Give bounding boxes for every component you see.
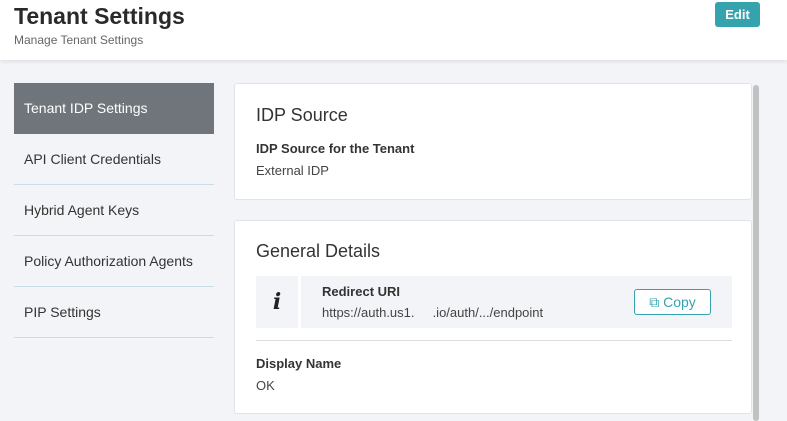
nav-item-hybrid-agent-keys[interactable]: Hybrid Agent Keys (14, 185, 214, 236)
idp-source-heading: IDP Source (256, 105, 348, 125)
copy-icon: ⧉ (649, 293, 660, 310)
settings-nav: Tenant IDP Settings API Client Credentia… (14, 83, 214, 338)
page-header: Tenant Settings Manage Tenant Settings E… (0, 0, 787, 60)
redirect-uri-value: https://auth.us1. .io/auth/.../endpoint (322, 305, 544, 320)
nav-item-api-client-credentials[interactable]: API Client Credentials (14, 134, 214, 185)
idp-source-value: External IDP (256, 163, 329, 178)
page-subtitle: Manage Tenant Settings (14, 33, 144, 47)
scrollbar[interactable] (753, 85, 759, 421)
divider (256, 340, 732, 341)
info-icon: i (256, 276, 301, 328)
idp-source-label: IDP Source for the Tenant (256, 141, 415, 156)
nav-item-policy-authorization-agents[interactable]: Policy Authorization Agents (14, 236, 214, 287)
redirect-uri-box: i Redirect URI https://auth.us1. .io/aut… (256, 276, 732, 328)
display-name-value: OK (256, 378, 275, 393)
general-details-card: General Details i Redirect URI https://a… (234, 220, 752, 414)
page-title: Tenant Settings (14, 3, 185, 29)
nav-item-tenant-idp-settings[interactable]: Tenant IDP Settings (14, 83, 214, 134)
copy-button[interactable]: ⧉ Copy (634, 289, 711, 315)
redirect-uri-label: Redirect URI (322, 284, 401, 299)
idp-source-card: IDP Source IDP Source for the Tenant Ext… (234, 83, 752, 200)
display-name-label: Display Name (256, 356, 342, 371)
edit-button[interactable]: Edit (715, 2, 760, 27)
nav-item-pip-settings[interactable]: PIP Settings (14, 287, 214, 338)
copy-label: Copy (663, 293, 696, 310)
general-details-heading: General Details (256, 241, 381, 261)
